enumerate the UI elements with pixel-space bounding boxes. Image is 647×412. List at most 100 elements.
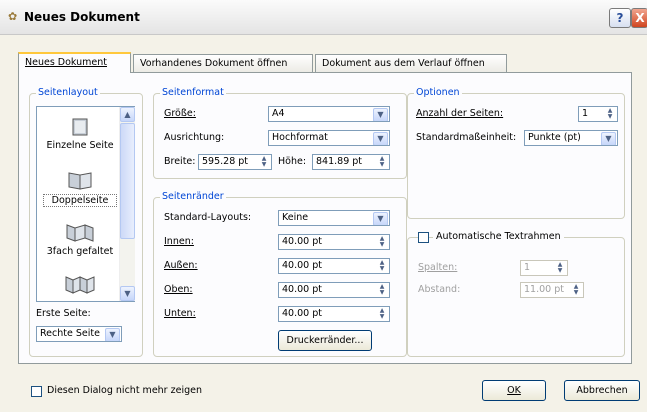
printer-margins-button[interactable]: Druckerränder...: [278, 330, 372, 351]
width-value: 595.28 pt: [202, 156, 249, 167]
columns-input[interactable]: 1 ▲ ▼: [520, 260, 568, 276]
top-margin-input[interactable]: 40.00 pt ▲ ▼: [278, 282, 390, 298]
window-title: Neues Dokument: [24, 10, 140, 24]
outer-margin-input[interactable]: 40.00 pt ▲ ▼: [278, 258, 390, 274]
scroll-down-icon[interactable]: ▼: [120, 286, 135, 301]
page-margins-title: Seitenränder: [160, 191, 226, 202]
options-group: Optionen Anzahl der Seiten: 1 ▲ ▼ Standar…: [407, 87, 625, 219]
spin-arrows-icon[interactable]: ▲ ▼: [377, 308, 387, 320]
orientation-value: Hochformat: [272, 132, 328, 143]
auto-textframes-checkbox[interactable]: [418, 232, 429, 243]
spin-arrows-icon[interactable]: ▲ ▼: [377, 284, 387, 296]
height-input[interactable]: 841.89 pt ▲ ▼: [312, 154, 390, 170]
ok-label: OK: [507, 385, 521, 396]
top-margin-value: 40.00 pt: [282, 284, 322, 295]
chevron-down-icon[interactable]: ▼: [373, 108, 388, 121]
layout-label: Doppelseite: [43, 194, 117, 207]
tab-open-existing[interactable]: Vorhandenes Dokument öffnen: [133, 54, 313, 72]
spin-arrows-icon[interactable]: ▲ ▼: [259, 156, 269, 168]
tab-open-recent[interactable]: Dokument aus dem Verlauf öffnen: [315, 54, 507, 72]
page-format-title: Seitenformat: [160, 87, 226, 98]
size-value: A4: [272, 108, 285, 119]
outer-margin-value: 40.00 pt: [282, 260, 322, 271]
inner-margin-input[interactable]: 40.00 pt ▲ ▼: [278, 234, 390, 250]
tab-new-document[interactable]: Neues Dokument: [18, 52, 131, 73]
width-input[interactable]: 595.28 pt ▲ ▼: [198, 154, 272, 170]
size-select[interactable]: A4 ▼: [268, 106, 390, 122]
layout-item-trifold[interactable]: 3fach gefaltet: [37, 221, 123, 257]
layout-label: 3fach gefaltet: [46, 246, 114, 257]
bottom-margin-input[interactable]: 40.00 pt ▲ ▼: [278, 306, 390, 322]
layout-item-double[interactable]: Doppelseite: [37, 169, 123, 207]
cancel-button[interactable]: Abbrechen: [564, 380, 640, 401]
chevron-down-icon[interactable]: ▼: [373, 132, 388, 145]
scroll-up-icon[interactable]: ▲: [120, 107, 135, 122]
gap-input[interactable]: 11.00 pt ▲ ▼: [520, 282, 584, 298]
orientation-select[interactable]: Hochformat ▼: [268, 130, 390, 146]
single-page-icon: [72, 118, 88, 136]
columns-label: Spalten:: [418, 262, 458, 273]
dont-show-again-label: Diesen Dialog nicht mehr zeigen: [47, 385, 202, 396]
page-format-group: Seitenformat Größe: A4 ▼ Ausrichtung: Ho…: [153, 87, 407, 179]
preset-layouts-value: Keine: [282, 212, 309, 223]
dont-show-again-checkbox[interactable]: [31, 386, 42, 397]
spin-arrows-icon[interactable]: ▲ ▼: [555, 262, 565, 274]
top-margin-label: Oben:: [164, 284, 193, 295]
title-bar: ✿ Neues Dokument ? X: [0, 0, 647, 35]
spin-arrows-icon[interactable]: ▲ ▼: [571, 284, 581, 296]
first-page-label: Erste Seite:: [36, 308, 91, 319]
default-unit-select[interactable]: Punkte (pt) ▼: [524, 130, 618, 146]
page-count-label: Anzahl der Seiten:: [416, 108, 504, 119]
default-unit-label: Standardmaßeinheit:: [416, 132, 517, 143]
new-document-dialog: ✿ Neues Dokument ? X Neues Dokument Vorh…: [0, 0, 647, 412]
page-layout-title: Seitenlayout: [36, 87, 100, 98]
tab-label: Neues Dokument: [25, 57, 107, 68]
layout-label: Einzelne Seite: [46, 140, 114, 151]
close-button[interactable]: X: [631, 8, 647, 28]
tri-fold-icon: [66, 224, 94, 242]
first-page-value: Rechte Seite: [40, 328, 100, 339]
tab-panel: Seitenlayout Einzelne Seite Doppelseite: [18, 72, 632, 364]
spin-arrows-icon[interactable]: ▲ ▼: [377, 260, 387, 272]
inner-margin-label: Innen:: [164, 236, 194, 247]
layout-scrollbar[interactable]: ▲ ▼: [119, 107, 135, 301]
height-label: Höhe:: [278, 156, 307, 167]
quad-fold-icon: [65, 276, 95, 294]
preset-layouts-label: Standard-Layouts:: [164, 212, 252, 223]
chevron-down-icon[interactable]: ▼: [373, 212, 388, 225]
page-count-input[interactable]: 1 ▲ ▼: [578, 106, 618, 122]
layout-listbox[interactable]: Einzelne Seite Doppelseite 3fach gefalte…: [36, 106, 135, 302]
spin-arrows-icon[interactable]: ▲ ▼: [377, 156, 387, 168]
chevron-down-icon[interactable]: ▼: [601, 132, 616, 145]
spin-arrows-icon[interactable]: ▲ ▼: [377, 236, 387, 248]
ok-button[interactable]: OK: [482, 380, 546, 401]
options-title: Optionen: [414, 87, 462, 98]
page-layout-group: Seitenlayout Einzelne Seite Doppelseite: [29, 87, 143, 357]
size-label: Größe:: [164, 108, 196, 119]
page-count-value: 1: [582, 108, 589, 119]
layout-item-single[interactable]: Einzelne Seite: [37, 117, 123, 151]
default-unit-value: Punkte (pt): [528, 132, 581, 143]
chevron-down-icon[interactable]: ▼: [105, 328, 120, 341]
gap-value: 11.00 pt: [524, 284, 564, 295]
double-page-icon: [68, 172, 92, 190]
preset-layouts-select[interactable]: Keine ▼: [278, 210, 390, 226]
page-margins-group: Seitenränder Standard-Layouts: Keine ▼ I…: [153, 191, 407, 357]
height-value: 841.89 pt: [316, 156, 363, 167]
scroll-thumb[interactable]: [120, 123, 135, 239]
inner-margin-value: 40.00 pt: [282, 236, 322, 247]
auto-textframes-label: Automatische Textrahmen: [433, 231, 564, 242]
layout-item-quadfold[interactable]: [37, 273, 123, 298]
app-icon: ✿: [8, 10, 18, 23]
width-label: Breite:: [164, 156, 196, 167]
gap-label: Abstand:: [418, 284, 461, 295]
tab-label: Dokument aus dem Verlauf öffnen: [322, 58, 485, 69]
first-page-select[interactable]: Rechte Seite ▼: [36, 326, 122, 342]
bottom-margin-value: 40.00 pt: [282, 308, 322, 319]
spin-arrows-icon[interactable]: ▲ ▼: [605, 108, 615, 120]
help-button[interactable]: ?: [609, 8, 631, 28]
tab-label: Vorhandenes Dokument öffnen: [140, 58, 288, 69]
auto-textframes-group: Automatische Textrahmen Spalten: 1 ▲ ▼ Ab…: [407, 231, 625, 357]
outer-margin-label: Außen:: [164, 260, 198, 271]
orientation-label: Ausrichtung:: [164, 132, 225, 143]
